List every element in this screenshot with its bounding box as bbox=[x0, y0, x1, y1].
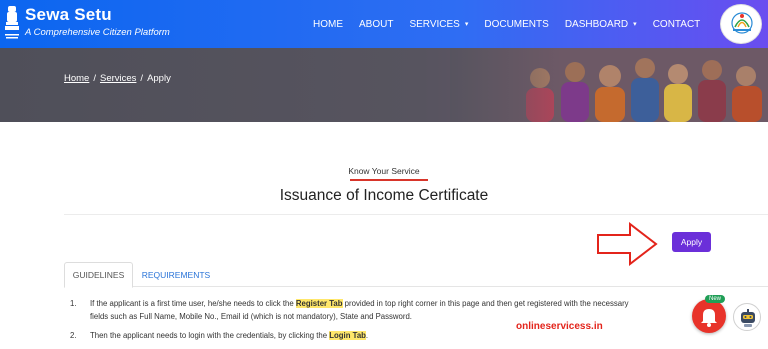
guideline-line: If the applicant is a first time user, h… bbox=[90, 297, 629, 310]
breadcrumb-services-link[interactable]: Services bbox=[100, 73, 136, 84]
brand-title[interactable]: Sewa Setu bbox=[25, 5, 112, 25]
guideline-text: . bbox=[365, 331, 369, 340]
guideline-text: provided in top right corner in this pag… bbox=[342, 299, 629, 308]
tab-requirements[interactable]: REQUIREMENTS bbox=[140, 262, 212, 287]
national-emblem-icon bbox=[5, 6, 19, 39]
breadcrumb-separator: / bbox=[140, 73, 144, 84]
notification-button[interactable] bbox=[692, 299, 726, 333]
breadcrumb: Home / Services / Apply bbox=[64, 73, 171, 84]
guideline-text: If the applicant is a first time user, h… bbox=[90, 299, 296, 308]
breadcrumb-separator: / bbox=[93, 73, 96, 84]
main-nav: HOME ABOUT SERVICES ▾ DOCUMENTS DASHBOARD… bbox=[313, 0, 716, 48]
nav-documents-label: DOCUMENTS bbox=[484, 18, 549, 30]
top-navbar: Sewa Setu A Comprehensive Citizen Platfo… bbox=[0, 0, 768, 48]
citizens-photo bbox=[450, 48, 768, 122]
nav-documents[interactable]: DOCUMENTS bbox=[484, 19, 548, 30]
hero-banner: Home / Services / Apply bbox=[0, 48, 768, 122]
tab-guidelines[interactable]: GUIDELINES bbox=[64, 262, 133, 288]
nav-dashboard[interactable]: DASHBOARD ▾ bbox=[565, 19, 637, 30]
chevron-down-icon: ▾ bbox=[633, 21, 637, 28]
nav-services[interactable]: SERVICES ▾ bbox=[409, 19, 468, 30]
know-your-service-label: Know Your Service bbox=[348, 166, 420, 176]
breadcrumb-home-link[interactable]: Home bbox=[64, 73, 89, 84]
watermark: onlineservicess.in bbox=[516, 321, 603, 332]
title-accent-underline bbox=[350, 179, 428, 181]
list-number: 2. bbox=[70, 331, 77, 340]
nav-dashboard-label: DASHBOARD bbox=[564, 18, 629, 30]
nav-home[interactable]: HOME bbox=[313, 19, 343, 30]
chevron-down-icon: ▾ bbox=[464, 21, 469, 28]
nav-about[interactable]: ABOUT bbox=[359, 19, 393, 30]
nav-about-label: ABOUT bbox=[359, 18, 394, 30]
guidelines-list: 1. If the applicant is a first time user… bbox=[70, 297, 629, 342]
guideline-text: Then the applicant needs to login with t… bbox=[90, 331, 330, 340]
brand-subtitle: A Comprehensive Citizen Platform bbox=[25, 27, 170, 38]
breadcrumb-current: Apply bbox=[147, 73, 171, 84]
arrow-right-icon bbox=[597, 222, 658, 266]
divider bbox=[64, 214, 768, 215]
page-title: Issuance of Income Certificate bbox=[279, 187, 489, 204]
list-number: 1. bbox=[70, 299, 77, 308]
service-tabs: GUIDELINES REQUIREMENTS bbox=[64, 262, 768, 288]
bell-icon bbox=[701, 309, 717, 327]
nav-contact-label: CONTACT bbox=[652, 18, 701, 30]
login-tab-highlight: Login Tab bbox=[329, 331, 366, 340]
apply-button[interactable]: Apply bbox=[672, 232, 711, 252]
nav-home-label: HOME bbox=[313, 18, 343, 30]
sewa-setu-logo-icon bbox=[731, 12, 753, 34]
nav-contact[interactable]: CONTACT bbox=[653, 19, 701, 30]
sewa-setu-logo[interactable] bbox=[720, 4, 762, 44]
nav-services-label: SERVICES bbox=[409, 18, 460, 30]
robot-icon bbox=[741, 309, 755, 327]
list-item: 1. If the applicant is a first time user… bbox=[70, 297, 629, 323]
chatbot-button[interactable] bbox=[733, 303, 761, 331]
register-tab-highlight: Register Tab bbox=[295, 299, 343, 308]
new-badge: New bbox=[705, 295, 726, 303]
